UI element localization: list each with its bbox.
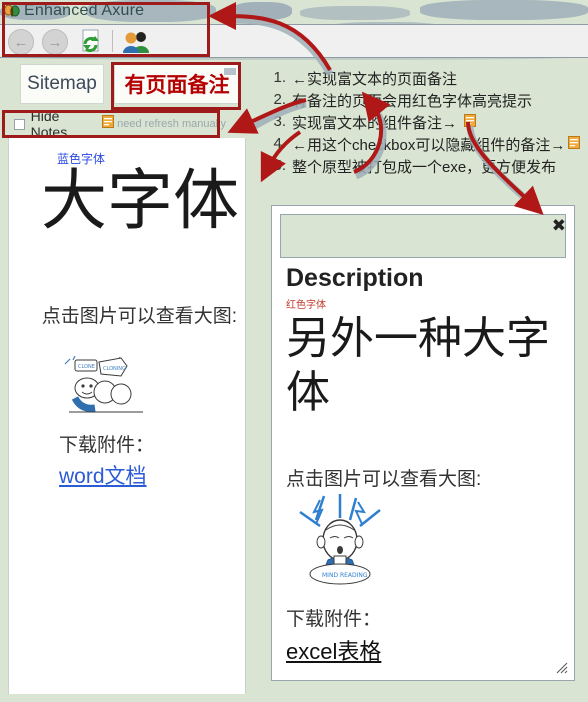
note-text: 有备注的页面会用红色字体高亮提示 (292, 93, 533, 110)
note-number: 2. (273, 91, 286, 108)
popup-title: Description (286, 264, 424, 292)
note-text: 实现富文本的组件备注→ (292, 115, 458, 132)
note-number: 4. (273, 135, 286, 152)
note-list-item: 5. 整个原型被打包成一个exe，更方便发布 (268, 156, 586, 178)
resize-handle-icon[interactable] (554, 660, 568, 674)
svg-text:CLONE: CLONE (78, 364, 95, 370)
note-list-item: 3. 实现富文本的组件备注→ (268, 112, 586, 134)
svg-text:CLONING: CLONING (103, 366, 126, 372)
note-icon[interactable] (464, 114, 476, 131)
note-number: 1. (273, 69, 286, 86)
excel-sheet-link[interactable]: excel表格 (286, 634, 381, 666)
note-list-item: 4. ←用这个checkbox可以隐藏组件的备注→ (268, 134, 586, 156)
popup-download-label: 下载附件： (286, 609, 382, 630)
close-icon[interactable]: ✖ (552, 217, 566, 234)
note-number: 3. (273, 113, 286, 130)
widget-note-popup: ✖ Description 红色字体 另外一种大字体 点击图片可以查看大图: M… (271, 205, 575, 681)
red-small-text: 红色字体 (286, 300, 326, 311)
note-text: ←用这个checkbox可以隐藏组件的备注→ (292, 137, 566, 154)
left-click-image-hint: 点击图片可以查看大图: (41, 306, 237, 327)
note-list-item: 2. 有备注的页面会用红色字体高亮提示 (268, 90, 586, 112)
popup-click-image-hint: 点击图片可以查看大图: (286, 469, 482, 490)
annotation-note-list: 1. ←实现富文本的页面备注 2. 有备注的页面会用红色字体高亮提示 3. 实现… (268, 68, 586, 178)
note-icon[interactable] (568, 136, 580, 153)
popup-header (280, 214, 566, 258)
tab-sitemap-label: Sitemap (27, 73, 97, 94)
svg-text:MIND READING: MIND READING (322, 572, 368, 579)
annotation-box-toolbar (2, 2, 210, 57)
sketch-worm-illustration[interactable]: CLONE CLONING (59, 355, 151, 424)
left-big-heading: 大字体 (41, 162, 239, 239)
note-number: 5. (273, 157, 286, 174)
note-text: 整个原型被打包成一个exe，更方便发布 (292, 159, 557, 176)
note-text: ←实现富文本的页面备注 (292, 71, 458, 88)
annotation-box-page-notes-tab (111, 62, 241, 110)
popup-big-heading: 另外一种大字体 (286, 313, 550, 418)
annotation-box-hide-notes (2, 110, 220, 138)
word-document-link[interactable]: word文档 (59, 460, 147, 490)
note-list-item: 1. ←实现富文本的页面备注 (268, 68, 586, 90)
left-download-label: 下载附件： (59, 435, 155, 456)
mind-reading-illustration[interactable]: MIND READING (294, 494, 390, 588)
app-window: Enhanced Axure ← → Sitemap 有页面备注 Hide No… (0, 0, 588, 702)
tab-sitemap[interactable]: Sitemap (20, 64, 104, 104)
page-content-panel: 蓝色字体 大字体 点击图片可以查看大图: CLONE CLONING 下载附件：… (8, 138, 246, 694)
